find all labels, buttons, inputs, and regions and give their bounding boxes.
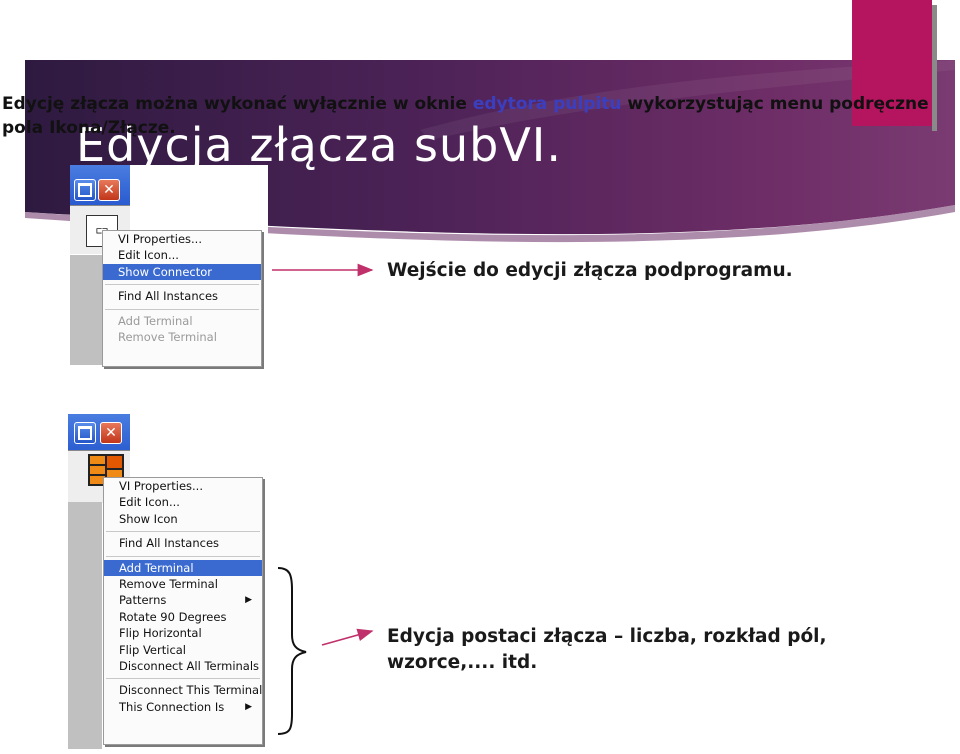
arrow-to-brace: [321, 628, 374, 646]
curly-brace: [277, 567, 307, 735]
annotation-overlay: [272, 263, 374, 735]
